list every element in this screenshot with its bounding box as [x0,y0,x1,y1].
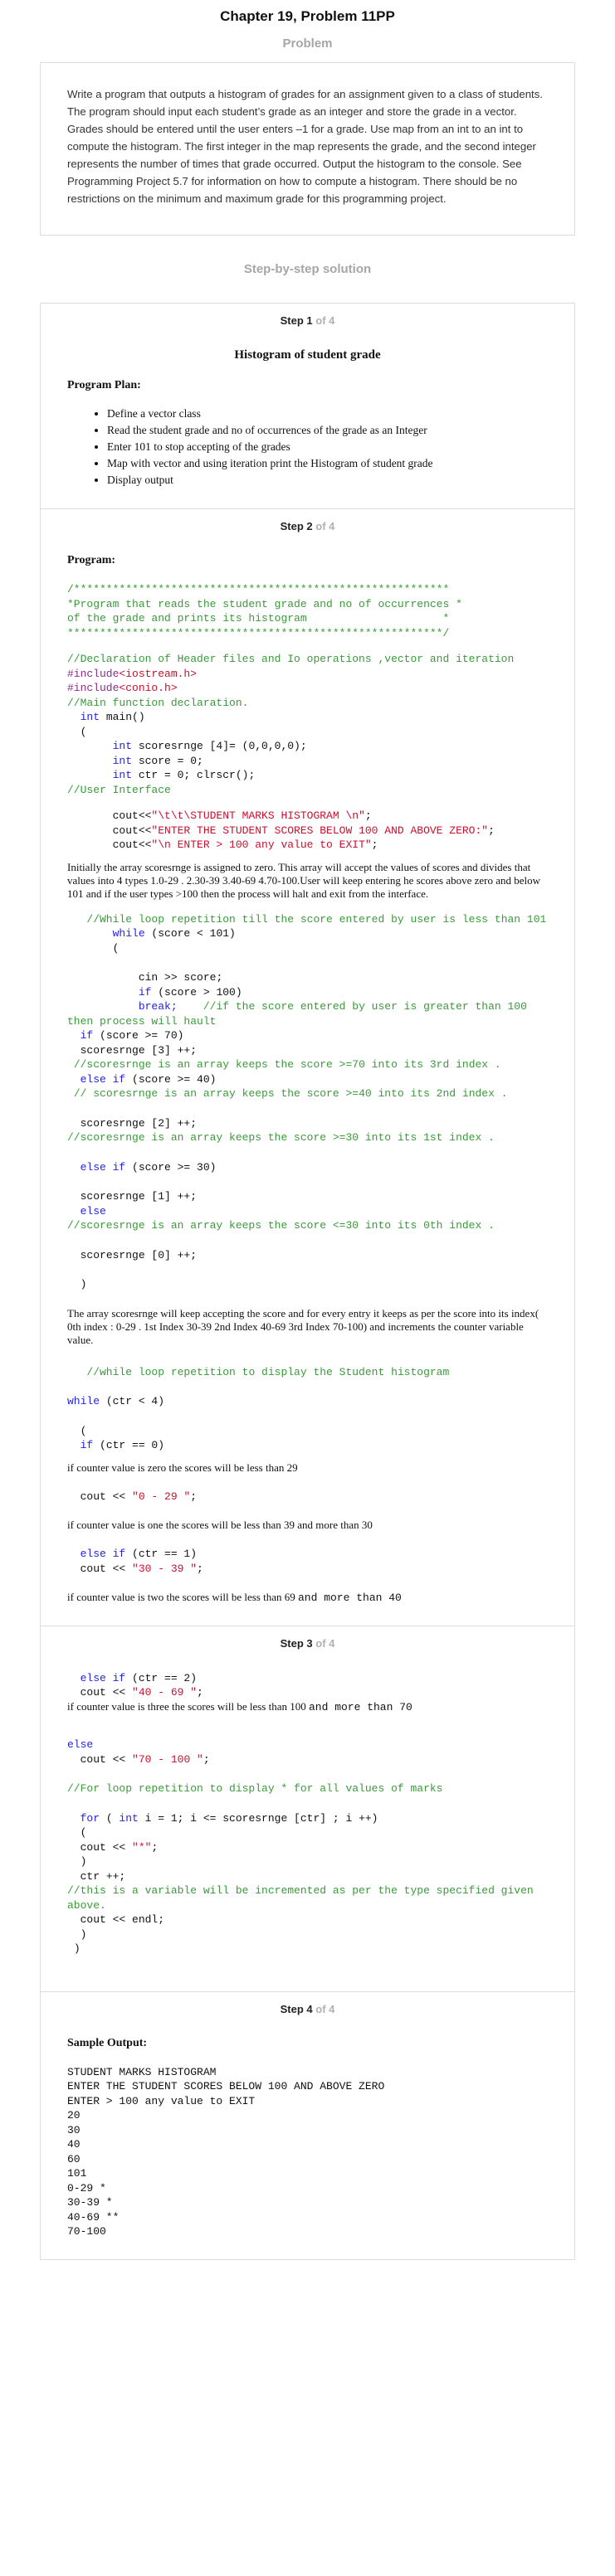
step-word: Step [280,314,304,327]
program-heading: Program: [67,554,116,566]
plan-list: Define a vector class Read the student g… [107,406,548,488]
code-comment: //Declaration of Header files and Io ope… [67,653,515,665]
code-line: scoresrnge [0] ++; [80,1248,198,1261]
code-line: cout << "70 - 100 "; [80,1752,210,1766]
plan-heading: Program Plan: [67,379,141,391]
code-line: while (ctr < 4) [67,1395,165,1407]
code-line: else if (ctr == 1) [80,1548,198,1560]
step-word: Step [280,1636,304,1650]
page: { "header": { "title": "Chapter 19, Prob… [0,0,615,2576]
code-line: ctr ++; [80,1869,126,1883]
plan-item: Map with vector and using iteration prin… [107,455,548,472]
plan-item: Read the student grade and no of occurre… [107,422,548,439]
step-2: Step 2 of 4 Program: /******************… [41,508,574,1626]
code-banner-comment: /***************************************… [67,583,462,639]
code-line: cout<<"\n ENTER > 100 any value to EXIT"… [112,838,378,851]
code-line: scoresrnge [2] ++; [80,1116,198,1130]
step-total: of 4 [315,2002,335,2015]
code-include: #include<conio.h> [67,682,178,694]
code-line: ) [80,1855,87,1868]
code-line: ( [80,1424,87,1437]
code-line: if (ctr == 0) [80,1439,165,1451]
code-line: cout << "40 - 69 "; [80,1686,203,1699]
problem-heading: Problem [282,36,333,51]
code-line: cout << "*"; [80,1840,159,1854]
code-line: cout<<"ENTER THE STUDENT SCORES BELOW 10… [112,824,495,837]
code-line: ) [80,1278,87,1290]
code-line: int score = 0; [112,754,203,767]
step-3: Step 3 of 4 else if (ctr == 2) cout << "… [41,1625,574,1991]
code-line: break; //if the score entered by user is… [67,1000,534,1028]
step-label: Step 1 of 4 [67,314,548,327]
code-line: if (score >= 70) [80,1029,184,1042]
plan-item: Define a vector class [107,406,548,422]
code-comment: // scoresrnge is an array keeps the scor… [67,1087,508,1100]
step-word: Step [280,2002,304,2015]
code-comment: //User Interface [67,783,171,796]
code-comment: //scoresrnge is an array keeps the score… [67,1131,495,1144]
code-line: int main() [80,711,145,723]
code-line: scoresrnge [1] ++; [80,1190,198,1203]
explanation-paragraph: if counter value is one the scores will … [67,1519,373,1531]
code-line: ) [80,1927,87,1941]
code-include: #include<iostream.h> [67,667,198,680]
solution-box: Step 1 of 4 Histogram of student grade P… [40,303,575,2260]
step-number: 4 [306,2002,313,2015]
code-line: if (score > 100) [138,985,242,999]
step-number: 1 [306,314,313,327]
step-1: Step 1 of 4 Histogram of student grade P… [41,304,574,508]
explanation-paragraph: The array scoresrnge will keep accepting… [67,1306,539,1346]
step-total: of 4 [315,1636,335,1650]
step-label: Step 3 of 4 [67,1637,548,1650]
code-line: ( [80,1826,87,1839]
step-number: 2 [306,520,313,532]
code-line: for ( int i = 1; i <= scoresrnge [ctr] ;… [80,1811,378,1825]
step-4: Step 4 of 4 Sample Output: STUDENT MARKS… [41,1990,574,2259]
code-line: cout << endl; [80,1913,165,1926]
problem-text: Write a program that outputs a histogram… [67,88,543,205]
solution-heading: Step-by-step solution [243,262,372,276]
step-word: Step [280,520,304,532]
code-comment: //While loop repetition till the score e… [86,912,547,926]
code-comment: //this is a variable will be incremented… [67,1884,540,1912]
explanation-paragraph: if counter value is zero the scores will… [67,1461,298,1474]
page-title: Chapter 19, Problem 11PP [220,8,395,24]
code-line: int ctr = 0; clrscr(); [112,769,256,781]
code-line: else if (ctr == 2) [80,1671,198,1684]
code-line: scoresrnge [3] ++; [80,1043,198,1057]
step-title: Histogram of student grade [234,348,381,362]
code-comment: //scoresrnge is an array keeps the score… [67,1219,495,1232]
code-line: else [67,1738,94,1751]
code-line: int scoresrnge [4]= (0,0,0,0); [112,740,307,752]
code-line: ( [80,725,87,738]
code-line: cout << "0 - 29 "; [80,1490,198,1503]
explanation-paragraph: if counter value is three the scores wil… [67,1699,412,1713]
step-label: Step 4 of 4 [67,2003,548,2015]
problem-box: Write a program that outputs a histogram… [40,62,575,236]
explanation-paragraph: Initially the array scoresrnge is assign… [67,860,541,900]
step-label: Step 2 of 4 [67,520,548,532]
step-total: of 4 [315,314,335,327]
code-line: cin >> score; [138,971,223,984]
step-total: of 4 [315,520,335,532]
plan-item: Display output [107,472,548,488]
code-comment: //scoresrnge is an array keeps the score… [67,1058,501,1071]
code-comment: //Main function declaration. [67,696,249,709]
explanation-paragraph: if counter value is two the scores will … [67,1591,402,1604]
code-line: cout << "30 - 39 "; [80,1562,203,1575]
code-comment: //For loop repetition to display * for a… [67,1782,443,1795]
code-line: else if (score >= 30) [80,1160,217,1174]
code-line: ) [73,1942,81,1955]
code-comment: //while loop repetition to display the S… [86,1365,450,1378]
sample-output-heading: Sample Output: [67,2036,148,2049]
code-line: else if (score >= 40) [80,1072,217,1086]
code-line: ( [112,941,120,955]
code-line: cout<<"\t\t\STUDENT MARKS HISTOGRAM \n"; [112,809,372,822]
sample-output: STUDENT MARKS HISTOGRAM ENTER THE STUDEN… [67,2065,385,2238]
plan-item: Enter 101 to stop accepting of the grade… [107,439,548,455]
code-line: else [80,1204,106,1218]
step-number: 3 [306,1636,313,1650]
code-line: while (score < 101) [112,927,236,940]
